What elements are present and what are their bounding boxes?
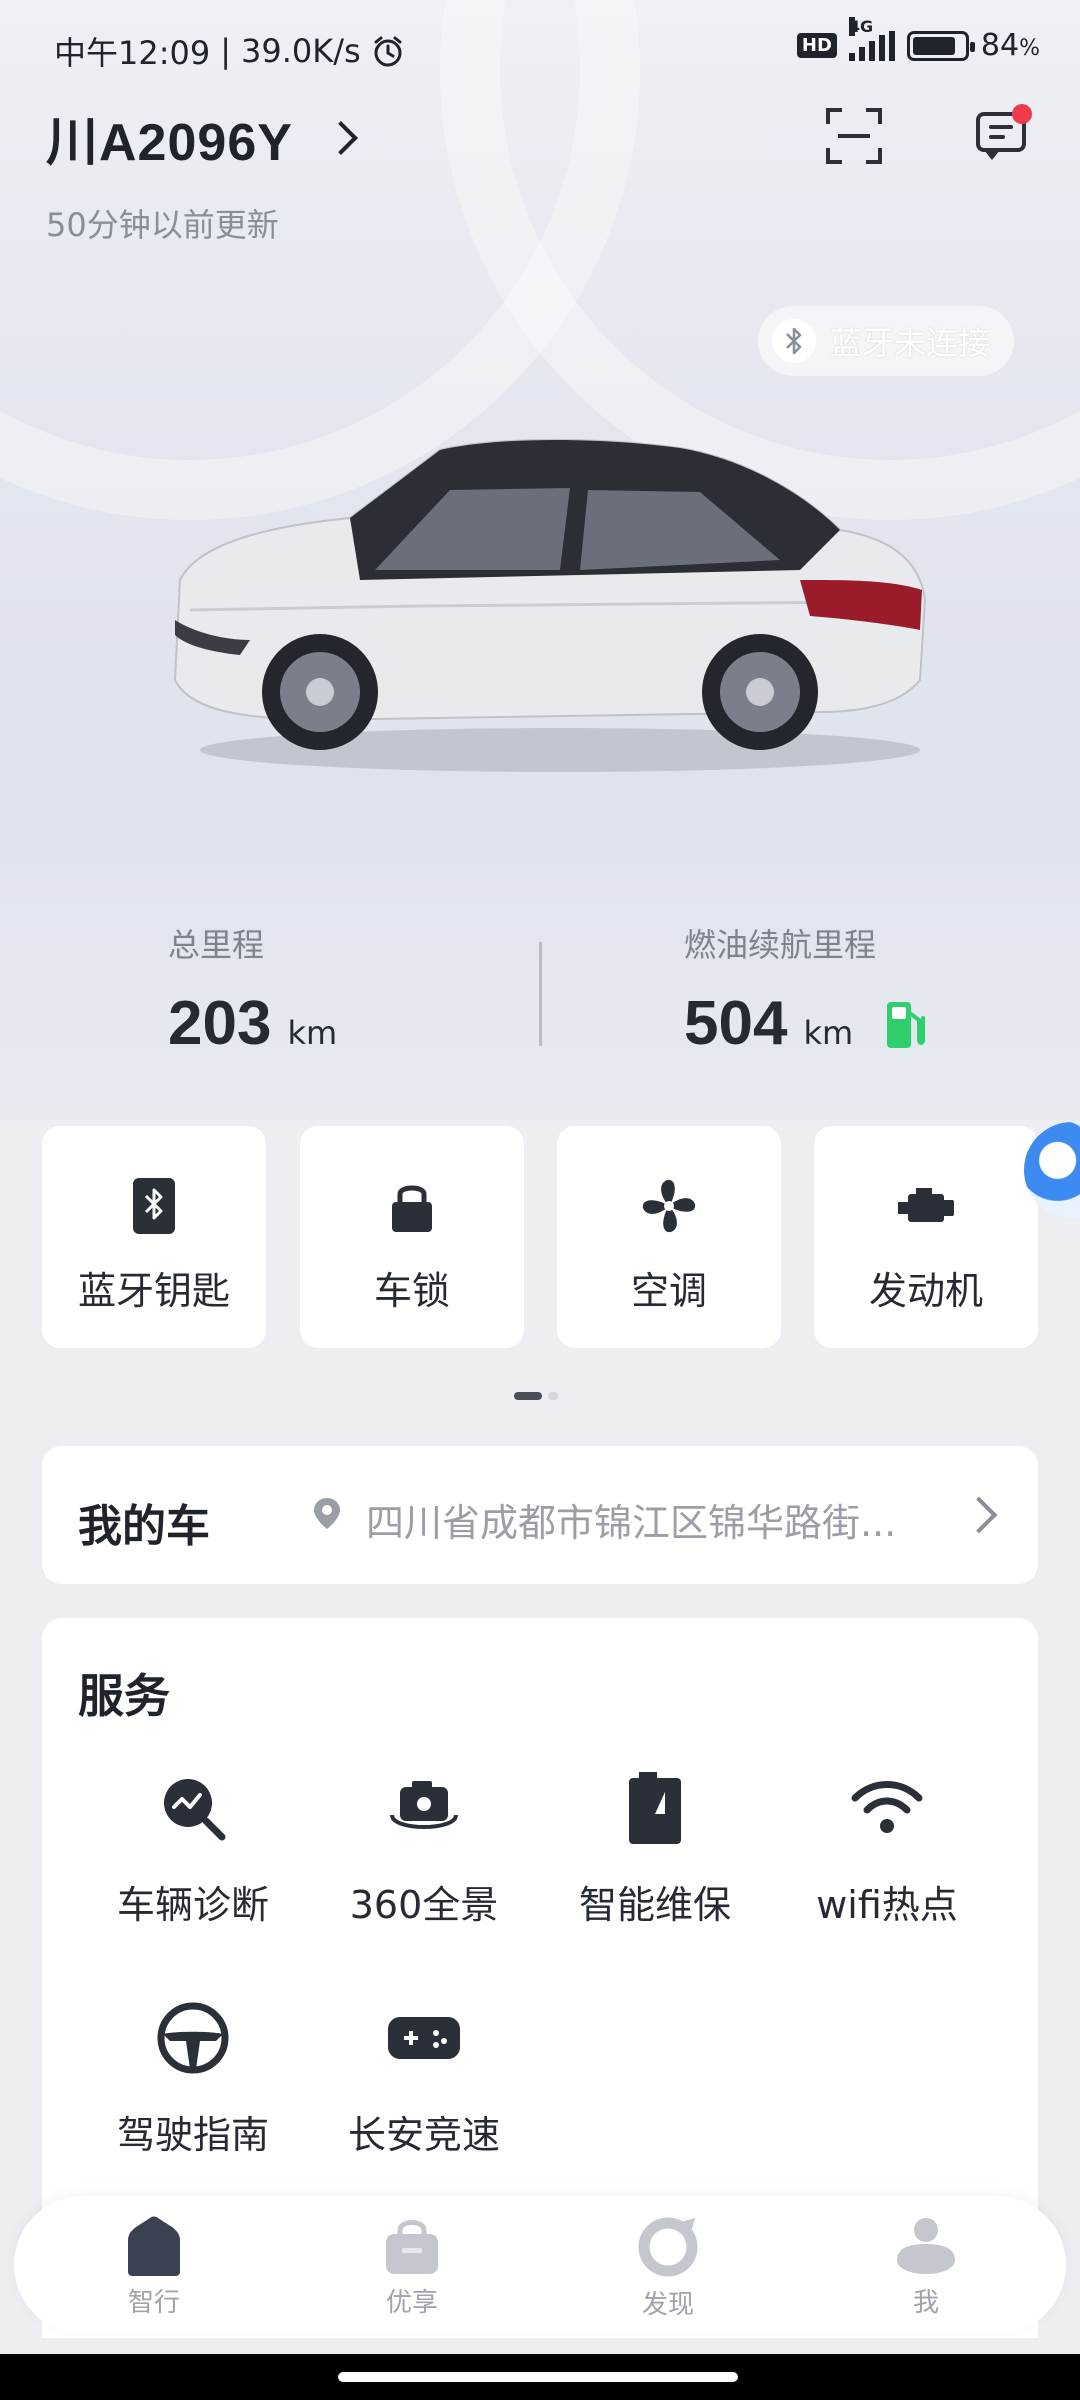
plate-number: 川A2096Y — [46, 114, 293, 172]
total-mileage-unit: km — [287, 1014, 338, 1052]
control-label: 车锁 — [373, 1269, 450, 1313]
control-label: 发动机 — [868, 1269, 983, 1313]
hd-badge: HD — [796, 33, 837, 58]
home-indicator[interactable] — [338, 2372, 738, 2382]
control-label: 蓝牙钥匙 — [77, 1269, 230, 1313]
fuel-range: 燃油续航里程 504 km — [684, 920, 927, 1059]
fuel-range-unit: km — [803, 1014, 854, 1052]
profile-icon — [897, 2218, 955, 2274]
chevron-right-icon — [960, 1496, 998, 1534]
bottom-nav: 智行 优享 发现 我 — [14, 2196, 1066, 2334]
status-time: 中午12:09 — [54, 34, 211, 72]
gamepad-icon — [388, 2017, 460, 2059]
nav-tab-benefits[interactable]: 优享 — [332, 2216, 492, 2319]
control-engine[interactable]: 发动机 — [814, 1126, 1038, 1348]
fan-icon — [642, 1179, 696, 1233]
service-wifi-hotspot[interactable]: wifi热点 — [772, 1768, 1002, 1929]
control-bluetooth-key[interactable]: 蓝牙钥匙 — [42, 1126, 266, 1348]
battery-icon — [906, 30, 975, 61]
service-label: 智能维保 — [578, 1883, 731, 1927]
car-location-address: 四川省成都市锦江区锦华路街... — [366, 1501, 897, 1545]
service-driving-guide[interactable]: 驾驶指南 — [78, 1998, 308, 2159]
battery-percent: 84% — [980, 28, 1040, 63]
control-air-conditioning[interactable]: 空调 — [557, 1126, 781, 1348]
network-type: 4G — [848, 16, 874, 36]
fuel-range-value: 504 — [684, 989, 788, 1058]
service-label: 驾驶指南 — [116, 2113, 269, 2157]
nav-tab-smart-drive[interactable]: 智行 — [74, 2216, 234, 2319]
bluetooth-status-text: 蓝牙未连接 — [830, 324, 991, 362]
service-smart-maintenance[interactable]: 智能维保 — [540, 1768, 770, 1929]
lock-icon — [392, 1185, 432, 1232]
my-car-title: 我的车 — [78, 1501, 210, 1552]
service-title: 服务 — [78, 1669, 170, 1723]
status-left: 中午12:09 | 39.0K/s — [54, 28, 405, 74]
nav-tab-me[interactable]: 我 — [846, 2216, 1006, 2319]
wifi-icon — [851, 1781, 923, 1833]
service-label: 车辆诊断 — [116, 1883, 269, 1927]
service-360-view[interactable]: 360全景 — [309, 1768, 539, 1929]
service-label: 360全景 — [349, 1883, 499, 1927]
nav-label: 智行 — [127, 2288, 180, 2318]
total-mileage: 总里程 203 km — [168, 920, 337, 1059]
diagnosis-icon — [164, 1779, 226, 1841]
status-separator: | — [220, 32, 232, 70]
signal-icon: 4G — [848, 16, 895, 61]
camera-360-icon — [390, 1781, 458, 1829]
unread-dot — [1012, 104, 1032, 124]
bluetooth-icon — [772, 319, 816, 363]
page-dot — [548, 1392, 558, 1400]
location-pin-icon — [314, 1498, 340, 1529]
nav-tab-discover[interactable]: 发现 — [588, 2216, 748, 2321]
scan-icon[interactable] — [826, 108, 882, 164]
home-icon — [128, 2216, 180, 2276]
maintenance-icon — [629, 1772, 681, 1844]
status-net-speed: 39.0K/s — [241, 32, 361, 70]
engine-icon — [898, 1188, 954, 1222]
nav-label: 发现 — [641, 2290, 694, 2320]
discover-icon — [638, 2217, 698, 2277]
service-vehicle-diagnosis[interactable]: 车辆诊断 — [78, 1768, 308, 1929]
message-button[interactable] — [972, 104, 1032, 164]
control-lock[interactable]: 车锁 — [300, 1126, 524, 1348]
steering-wheel-icon — [157, 2002, 229, 2074]
status-right: HD 4G 84% — [796, 16, 1040, 63]
chevron-right-icon — [323, 120, 358, 155]
bluetooth-status-pill[interactable]: 蓝牙未连接 — [758, 306, 1014, 376]
stats-divider — [539, 942, 542, 1046]
fuel-pump-icon — [887, 1001, 926, 1048]
bluetooth-key-icon — [133, 1178, 175, 1234]
control-label: 空调 — [630, 1269, 707, 1313]
page-indicator — [514, 1392, 558, 1400]
status-bar: 中午12:09 | 39.0K/s HD 4G 84% — [0, 0, 1080, 104]
total-mileage-label: 总里程 — [168, 926, 265, 964]
vehicle-selector[interactable]: 川A2096Y — [46, 100, 358, 175]
page-dot-active — [514, 1392, 542, 1400]
service-label: 长安竞速 — [347, 2113, 500, 2157]
bag-icon — [386, 2220, 438, 2274]
nav-label: 优享 — [385, 2288, 438, 2318]
battery-fill — [912, 36, 955, 55]
alarm-icon — [374, 36, 402, 67]
fuel-range-label: 燃油续航里程 — [684, 926, 877, 964]
car-image — [173, 438, 927, 772]
nav-label: 我 — [912, 2288, 939, 2318]
my-car-card[interactable]: 我的车 四川省成都市锦江区锦华路街... — [42, 1446, 1038, 1584]
service-label: wifi热点 — [816, 1883, 958, 1927]
total-mileage-value: 203 — [168, 989, 272, 1058]
last-updated: 50分钟以前更新 — [46, 206, 279, 244]
service-changan-racing[interactable]: 长安竞速 — [309, 1998, 539, 2159]
